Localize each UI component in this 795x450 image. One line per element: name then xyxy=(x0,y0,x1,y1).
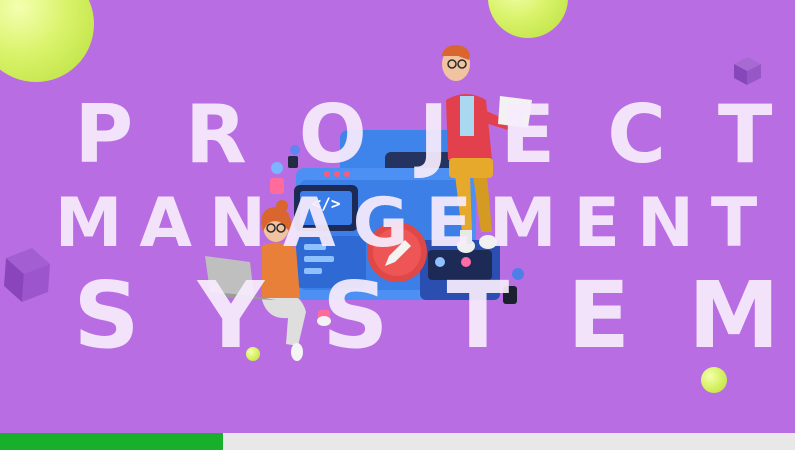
title-line-2: MANAGEMENT xyxy=(54,184,775,263)
video-frame: </> PROJECT MANAGEMENT SYSTEM xyxy=(0,0,795,433)
video-progress-bar[interactable] xyxy=(0,433,795,450)
video-progress-fill xyxy=(0,433,223,450)
title-line-3: SYSTEM xyxy=(73,262,795,369)
title-line-1: PROJECT xyxy=(74,88,795,181)
